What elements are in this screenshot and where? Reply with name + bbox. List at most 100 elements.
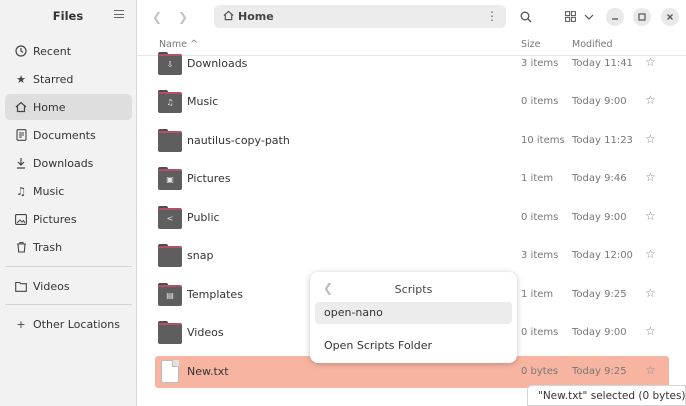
folder-icon: ♫ (158, 90, 182, 113)
file-size: 3 items (521, 250, 559, 261)
path-location: Home (238, 10, 274, 23)
download-icon (14, 156, 28, 170)
text-file-icon (161, 360, 179, 383)
minimize-icon (612, 17, 618, 20)
sidebar-header: Files (0, 0, 136, 34)
forward-button[interactable]: ❯ (173, 8, 193, 26)
sidebar-item-documents[interactable]: Documents (5, 122, 132, 148)
file-modified: Today 11:41 (572, 58, 633, 69)
more-options-icon[interactable]: ⋮ (486, 9, 498, 23)
sidebar-item-videos[interactable]: Videos (5, 273, 132, 299)
download-icon: ⇩ (166, 60, 174, 69)
maximize-button[interactable] (633, 6, 651, 27)
star-icon[interactable]: ☆ (645, 324, 656, 338)
sidebar-item-downloads[interactable]: Downloads (5, 150, 132, 176)
search-icon (520, 11, 532, 22)
sidebar-item-label: Starred (33, 72, 74, 86)
file-row-public[interactable]: < Public 0 items Today 9:00 ☆ (155, 202, 669, 234)
selection-status: "New.txt" selected (0 bytes) (527, 385, 686, 406)
view-grid-button[interactable] (561, 6, 579, 27)
file-size: 3 items (521, 58, 559, 69)
star-icon[interactable]: ☆ (645, 247, 656, 261)
file-name: Templates (187, 288, 243, 301)
folder-icon (158, 321, 182, 344)
file-size: 0 items (521, 212, 559, 223)
clock-icon (14, 44, 28, 58)
chevron-down-icon (584, 14, 594, 20)
music-icon: ♫ (166, 98, 174, 107)
trash-icon (14, 240, 28, 254)
file-size: 1 item (521, 289, 554, 300)
file-name: Music (187, 95, 219, 108)
sidebar-item-other-locations[interactable]: + Other Locations (5, 311, 132, 337)
file-size: 0 items (521, 327, 559, 338)
folder-icon (14, 279, 28, 293)
sidebar-item-recent[interactable]: Recent (5, 38, 132, 64)
menu-item-open-scripts-folder[interactable]: Open Scripts Folder (315, 335, 512, 357)
picture-icon: ▣ (166, 175, 174, 184)
sidebar-item-trash[interactable]: Trash (5, 234, 132, 260)
scripts-submenu: ❮ Scripts open-nano Open Scripts Folder (310, 272, 517, 363)
folder-icon: ▣ (158, 167, 182, 190)
header-bar: ❮ ❯ Home ⋮ (137, 0, 686, 34)
star-icon[interactable]: ☆ (645, 132, 656, 146)
sidebar: Files Recent ★ Starred Home Documents Do… (0, 0, 137, 406)
sidebar-item-starred[interactable]: ★ Starred (5, 66, 132, 92)
maximize-icon (638, 12, 646, 21)
minimize-button[interactable] (606, 6, 624, 27)
sidebar-item-label: Documents (33, 128, 96, 142)
close-button[interactable] (661, 6, 679, 27)
file-modified: Today 11:23 (572, 135, 633, 146)
document-icon (14, 128, 28, 142)
file-row-snap[interactable]: snap 3 items Today 12:00 ☆ (155, 240, 669, 272)
view-options-button[interactable] (581, 6, 597, 27)
file-row-nautilus-copy-path[interactable]: nautilus-copy-path 10 items Today 11:23 … (155, 125, 669, 157)
file-size: 10 items (521, 135, 565, 146)
sidebar-item-label: Other Locations (33, 317, 120, 331)
home-icon (223, 10, 234, 24)
star-icon[interactable]: ☆ (645, 286, 656, 300)
file-row-downloads[interactable]: ⇩ Downloads 3 items Today 11:41 ☆ (155, 48, 669, 80)
file-name: Public (187, 211, 220, 224)
sidebar-item-label: Trash (33, 240, 63, 254)
star-icon[interactable]: ☆ (645, 209, 656, 223)
template-icon: ▤ (166, 291, 174, 300)
sidebar-item-label: Recent (33, 44, 72, 58)
file-row-pictures[interactable]: ▣ Pictures 1 item Today 9:46 ☆ (155, 163, 669, 195)
path-bar[interactable]: Home ⋮ (214, 5, 506, 28)
star-icon[interactable]: ☆ (645, 363, 656, 377)
home-icon (14, 100, 28, 114)
file-name: Pictures (187, 172, 231, 185)
menu-item-open-nano[interactable]: open-nano (315, 302, 512, 324)
sidebar-item-label: Music (33, 184, 65, 198)
file-row-music[interactable]: ♫ Music 0 items Today 9:00 ☆ (155, 86, 669, 118)
music-icon: ♫ (16, 184, 26, 198)
sidebar-item-home[interactable]: Home (5, 94, 132, 120)
sidebar-item-label: Pictures (33, 212, 77, 226)
sidebar-divider (5, 266, 132, 267)
back-button[interactable]: ❮ (147, 8, 167, 26)
share-icon: < (166, 214, 174, 223)
file-size: 0 bytes (521, 366, 559, 377)
file-name: snap (187, 249, 214, 262)
file-modified: Today 9:46 (572, 173, 627, 184)
file-modified: Today 9:00 (572, 212, 627, 223)
star-icon[interactable]: ☆ (645, 93, 656, 107)
sidebar-item-music[interactable]: ♫ Music (5, 178, 132, 204)
sidebar-item-label: Home (33, 100, 66, 114)
search-button[interactable] (517, 6, 535, 27)
star-icon[interactable]: ☆ (645, 55, 656, 69)
folder-icon: < (158, 206, 182, 229)
file-name: Downloads (187, 57, 248, 70)
star-icon: ★ (16, 72, 26, 86)
sidebar-item-label: Videos (33, 279, 70, 293)
plus-icon: + (16, 317, 26, 331)
folder-icon (158, 244, 182, 267)
close-icon (667, 13, 673, 20)
sidebar-item-pictures[interactable]: Pictures (5, 206, 132, 232)
file-name: New.txt (187, 365, 229, 378)
folder-icon: ▤ (158, 283, 182, 306)
grid-icon (564, 11, 576, 22)
star-icon[interactable]: ☆ (645, 170, 656, 184)
hamburger-menu-icon[interactable] (114, 10, 124, 20)
